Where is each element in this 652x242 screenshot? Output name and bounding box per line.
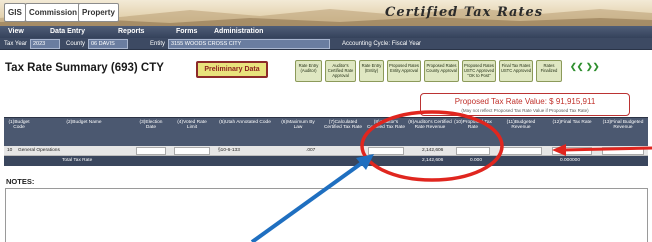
table-total-row: Total Tax Rate 2,142,606 0.000 0.000000 [4,156,648,166]
county-label: County [66,41,86,47]
total-final-rate: 0.000000 [560,158,581,163]
proposed-tax-rate-value-box: Proposed Tax Rate Value: $ 91,915,911 (M… [420,93,630,116]
budgeted-revenue-input[interactable] [500,147,542,155]
voted-rate-limit-input[interactable] [174,147,210,155]
election-date-input[interactable] [136,147,166,155]
accounting-cycle-text: Accounting Cycle: Fiscal Year [342,41,422,47]
col-maximum-by-law: (6)Maximum By Law [281,120,315,131]
col-utah-annotated-code: (5)Utah Annotated Code [219,120,271,125]
step-auditor-certified-approval[interactable]: Auditor's Certified Rate Approval [325,60,356,82]
step-rates-finalized[interactable]: Rates Finalized [536,60,562,82]
menu-view[interactable]: View [8,27,24,37]
tax-year-select[interactable]: 2023 [30,39,60,49]
selector-bar: Tax Year 2023 County 06 DAVIS Entity 315… [0,38,652,50]
menu-reports[interactable]: Reports [118,27,144,37]
step-ustc-ok-to-post[interactable]: Proposed Rates USTC Approved "OK to Post… [462,60,496,82]
col-budget-code: (1)Budget Code [8,120,30,131]
col-auditors-certified-tax-rate: (8)Auditor's Certified Tax Rate [366,120,406,131]
notes-textarea[interactable] [5,188,648,242]
col-auditors-certified-rate-revenue: (9)Auditor's Certified Rate Revenue [408,120,452,131]
col-budget-name: (2)Budget Name [66,120,102,125]
proposed-tax-rate-value: Proposed Tax Rate Value: $ 91,915,911 [454,97,596,106]
menu-data-entry[interactable]: Data Entry [50,27,85,37]
col-final-budgeted-revenue: (13)Final Budgeted Revenue [602,120,644,131]
row-certified-revenue: 2,142,606 [422,148,444,153]
property-logo: Property [78,3,119,22]
proposed-tax-rate-note: (May not reflect Proposed Tax Rate Value… [461,108,589,113]
col-final-tax-rate: (12)Final Tax Rate [552,120,592,125]
entity-label: Entity [150,41,166,47]
county-select[interactable]: 06 DAVIS [88,39,128,49]
col-calculated-certified-tax-rate: (7)Calculated Certified Tax Rate [323,120,363,131]
step-county-approval[interactable]: Proposed Rates County Approval [424,60,459,82]
header-banner: GIS Commission Property Certified Tax Ra… [0,0,652,26]
final-budgeted-revenue-input[interactable] [602,147,644,155]
menu-administration[interactable]: Administration [214,27,263,37]
page-title: Tax Rate Summary (693) CTY [5,62,164,74]
step-rate-entry-auditor[interactable]: Rate Entry (Auditor) [295,60,322,82]
total-tax-rate-label: Total Tax Rate [62,158,93,163]
menu-forms[interactable]: Forms [176,27,197,37]
notes-label: NOTES: [6,177,35,186]
final-rate-input[interactable] [552,147,592,155]
proposed-rate-input[interactable] [456,147,490,155]
col-election-date: (3)Election Date [139,120,163,131]
auditors-certified-rate-input[interactable] [368,147,404,155]
tax-year-label: Tax Year [4,41,28,47]
previous-arrow-icon[interactable]: ❮❮ [570,62,583,71]
step-entity-approval[interactable]: Proposed Rates Entity Approval [387,60,421,82]
col-voted-rate-limit: (4)Voted Rate Limit [177,120,207,131]
preliminary-data-button[interactable]: Preliminary Data [196,61,268,78]
step-rate-entry-entity[interactable]: Rate Entry (Entity) [359,60,384,82]
gis-logo: GIS [4,3,26,22]
table-header: (1)Budget Code (2)Budget Name (3)Electio… [4,117,648,146]
row-max-by-law: .007 [306,148,316,153]
total-proposed-rate: 0.000 [470,158,483,163]
next-arrow-icon[interactable]: ❯❯ [586,62,599,71]
main-menu: View Data Entry Reports Forms Administra… [0,26,652,38]
col-proposed-tax-rate: (10)Proposed Tax Rate [454,120,492,131]
table-row: 10 General Operations §10-6-133 .007 2,1… [4,146,648,156]
row-budget-code: 10 [7,148,13,153]
commission-logo: Commission [25,3,82,22]
step-final-ustc-approved[interactable]: Final Tax Rates USTC Approved [499,60,533,82]
total-certified-revenue: 2,142,606 [422,158,444,163]
entity-select[interactable]: 3155 WOODS CROSS CITY [168,39,330,49]
product-title: Certified Tax Rates [385,5,544,20]
row-utah-code: §10-6-133 [218,148,240,153]
col-budgeted-revenue: (11)Budgeted Revenue [506,120,536,131]
row-budget-name: General Operations [18,148,60,153]
